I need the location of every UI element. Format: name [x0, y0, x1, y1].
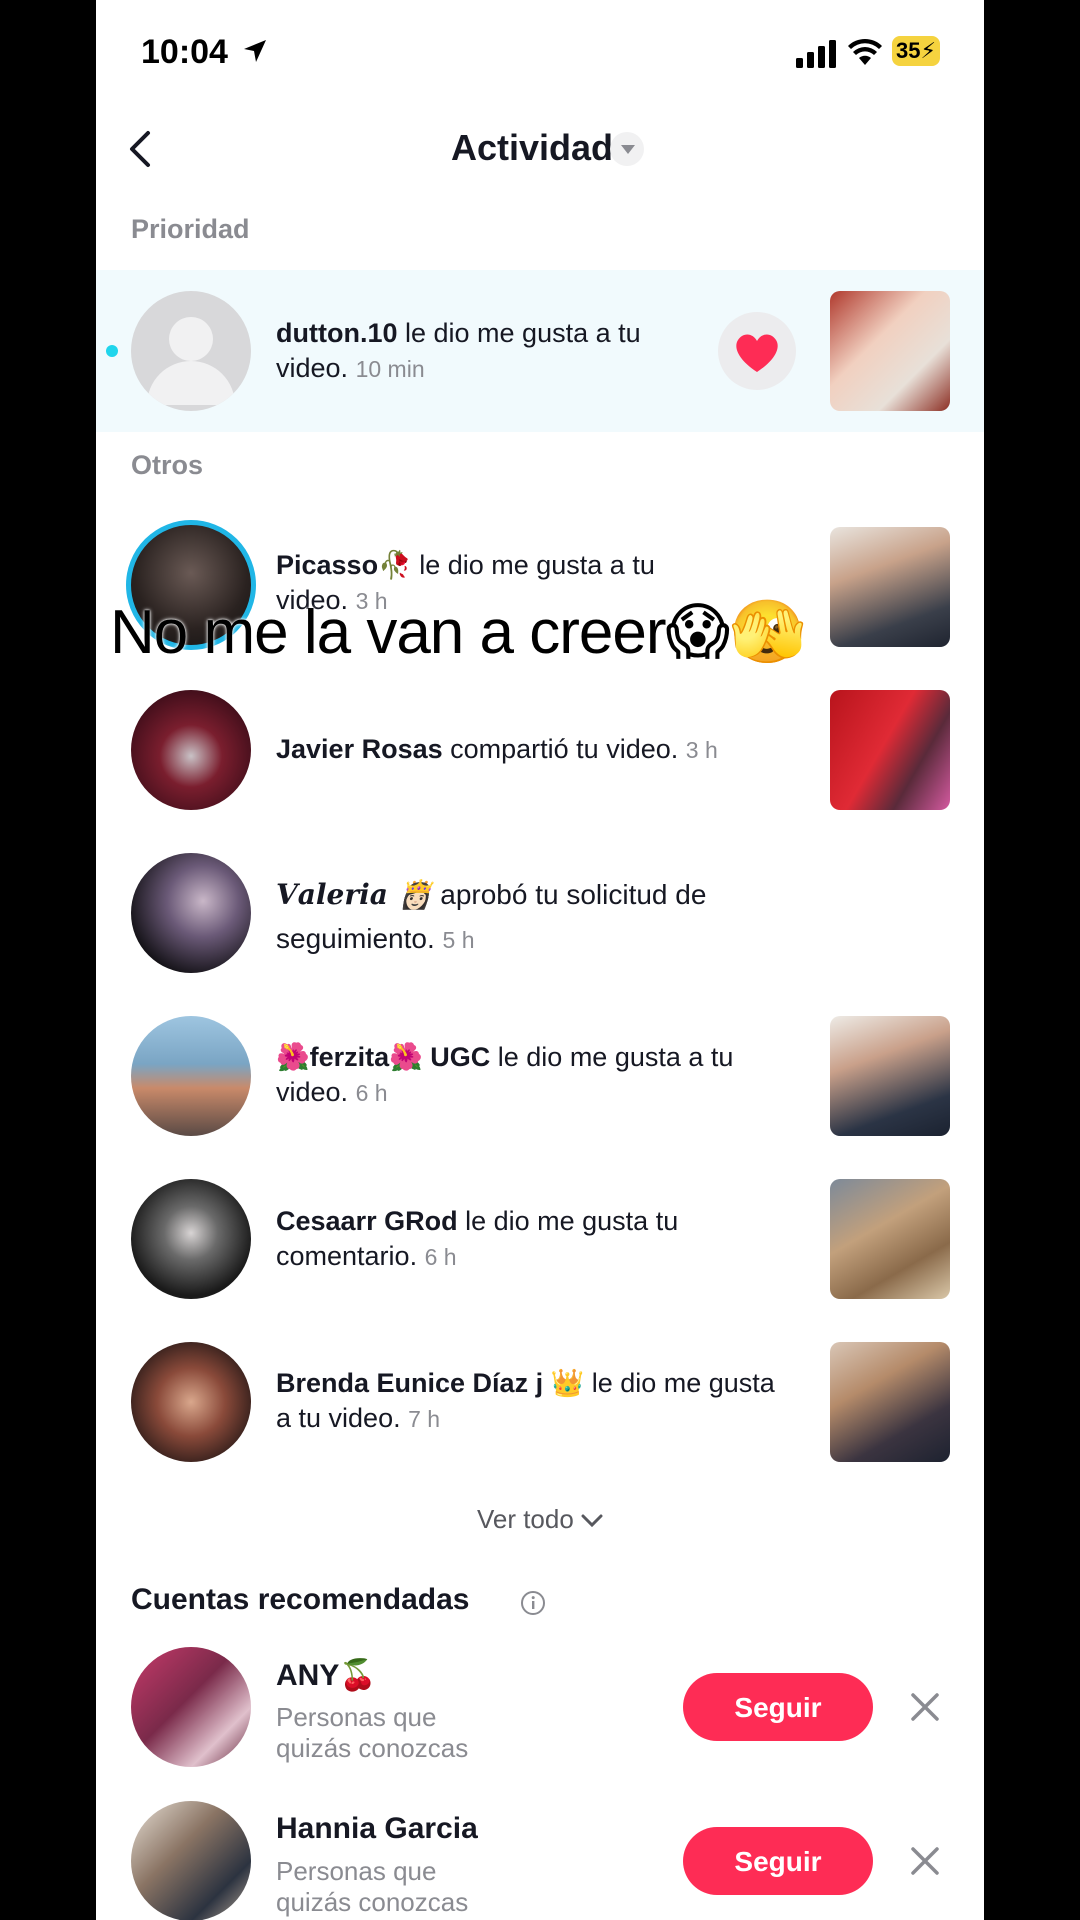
video-thumbnail[interactable] [830, 690, 950, 810]
follow-button[interactable]: Seguir [683, 1827, 873, 1895]
activity-time: 6 h [355, 1080, 388, 1106]
video-caption-overlay: No me la van a creer😱🫣 [110, 598, 806, 667]
activity-time: 10 min [355, 356, 425, 382]
battery-level: 35 [896, 38, 921, 63]
activity-message: compartió tu video. [442, 734, 679, 764]
activity-row[interactable]: Cesaarr GRod le dio me gusta tu comentar… [96, 1171, 984, 1311]
see-all-link[interactable]: Ver todo [96, 1504, 984, 1535]
section-priority: Prioridad [131, 214, 250, 244]
location-arrow-icon [244, 40, 266, 62]
user-avatar[interactable] [131, 690, 251, 810]
filter-dropdown-icon[interactable] [610, 132, 644, 166]
recommended-account-row[interactable]: ANY🍒 Personas que quizás conozcas Seguir [96, 1646, 984, 1776]
video-thumbnail[interactable] [830, 1179, 950, 1299]
user-avatar[interactable] [131, 853, 251, 973]
activity-user[interactable]: 𝑽𝒂𝒍𝒆𝒓𝒊𝒂 👸🏻 [276, 878, 432, 911]
follow-button[interactable]: Seguir [683, 1673, 873, 1741]
activity-text: 🌺ferzita🌺 UGC le dio me gusta a tu video… [276, 1040, 796, 1111]
user-avatar[interactable] [131, 1647, 251, 1767]
activity-user[interactable]: Picasso🥀 [276, 550, 412, 580]
close-icon[interactable] [908, 1690, 942, 1724]
section-others: Otros [131, 450, 204, 480]
user-avatar[interactable] [131, 1016, 251, 1136]
info-icon[interactable] [520, 1590, 546, 1616]
recommended-account-row[interactable]: Hannia Garcia Personas que quizás conozc… [96, 1800, 984, 1920]
activity-user[interactable]: 🌺ferzita🌺 UGC [276, 1042, 490, 1072]
heart-icon [736, 334, 778, 372]
recommended-title: Cuentas recomendadas [131, 1583, 470, 1616]
activity-row[interactable]: 𝑽𝒂𝒍𝒆𝒓𝒊𝒂 👸🏻 aprobó tu solicitud de seguim… [96, 845, 984, 985]
activity-time: 6 h [424, 1244, 457, 1270]
activity-time: 3 h [685, 737, 718, 763]
user-avatar[interactable] [131, 1342, 251, 1462]
account-name[interactable]: ANY🍒 [276, 1658, 377, 1693]
account-subtitle: Personas que quizás conozcas [276, 1702, 469, 1763]
user-avatar[interactable] [131, 1179, 251, 1299]
page-title-wrap: Actividad [96, 127, 984, 169]
activity-text: Brenda Eunice Díaz j 👑 le dio me gusta a… [276, 1366, 776, 1437]
close-icon[interactable] [908, 1844, 942, 1878]
activity-user[interactable]: Brenda Eunice Díaz j 👑 [276, 1368, 584, 1398]
avatar-default[interactable] [131, 291, 251, 411]
battery-indicator: 35⚡ [892, 36, 940, 66]
activity-user[interactable]: Cesaarr GRod [276, 1206, 458, 1236]
activity-time: 5 h [442, 927, 475, 953]
activity-user[interactable]: dutton.10 [276, 318, 398, 348]
activity-text: Javier Rosas compartió tu video. 3 h [276, 732, 776, 768]
priority-activity-row[interactable]: dutton.10 le dio me gusta a tu video. 10… [96, 270, 984, 432]
header: Actividad [96, 115, 984, 185]
user-avatar[interactable] [131, 1801, 251, 1920]
cellular-signal-icon [796, 40, 836, 68]
activity-text: Cesaarr GRod le dio me gusta tu comentar… [276, 1204, 776, 1275]
activity-text: 𝑽𝒂𝒍𝒆𝒓𝒊𝒂 👸🏻 aprobó tu solicitud de seguim… [276, 873, 776, 962]
activity-row[interactable]: Brenda Eunice Díaz j 👑 le dio me gusta a… [96, 1334, 984, 1474]
activity-screen: 10:04 35⚡ Actividad Prioridad dutton.10 … [96, 0, 984, 1920]
video-thumbnail[interactable] [830, 291, 950, 411]
activity-text: dutton.10 le dio me gusta a tu video. 10… [276, 316, 716, 387]
activity-row[interactable]: Javier Rosas compartió tu video. 3 h [96, 682, 984, 822]
activity-user[interactable]: Javier Rosas [276, 734, 443, 764]
like-button[interactable] [718, 312, 796, 390]
activity-row[interactable]: 🌺ferzita🌺 UGC le dio me gusta a tu video… [96, 1008, 984, 1148]
page-title[interactable]: Actividad [451, 127, 613, 169]
account-subtitle: Personas que quizás conozcas [276, 1856, 469, 1917]
account-name[interactable]: Hannia Garcia [276, 1812, 478, 1846]
status-time: 10:04 [141, 33, 228, 71]
wifi-icon [848, 38, 882, 65]
unread-dot [106, 345, 118, 357]
video-thumbnail[interactable] [830, 1016, 950, 1136]
video-thumbnail[interactable] [830, 1342, 950, 1462]
chevron-down-icon [581, 1514, 603, 1528]
default-avatar-icon [147, 317, 235, 405]
see-all-label: Ver todo [476, 1504, 574, 1534]
activity-time: 7 h [408, 1406, 441, 1432]
status-bar: 10:04 35⚡ [96, 0, 984, 100]
